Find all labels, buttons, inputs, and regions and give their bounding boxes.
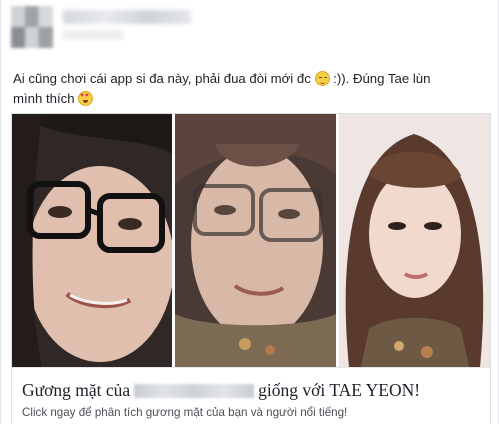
redacted-name [134,384,255,398]
author-name-blurred[interactable] [63,10,191,24]
link-title-start: Gương mặt của [22,380,131,400]
relieved-face-icon [314,71,330,86]
photo-user-face [12,114,172,367]
photo-celebrity-face [339,114,490,367]
post-meta-blurred [63,30,123,40]
facebook-post: Ai cũng chơi cái app si đa này, phải đua… [0,0,499,424]
link-preview-image[interactable] [12,114,490,367]
caption-text-1: Ai cũng chơi cái app si đa này, phải đua… [13,71,311,86]
link-preview-card[interactable]: Gương mặt của giống với TAE YEON! Click n… [11,113,491,424]
link-title-end: giống với TAE YEON! [258,380,421,400]
photo-blended-face [175,114,336,367]
caption-text-3: mình thích [13,91,75,106]
link-title[interactable]: Gương mặt của giống với TAE YEON! [22,380,484,400]
post-caption: Ai cũng chơi cái app si đa này, phải đua… [13,69,493,109]
heart-eyes-face-icon [78,91,94,106]
caption-text-2: :)). Đúng Tae lùn [333,71,431,86]
post-header-blurred [7,4,207,60]
link-preview-text[interactable]: Gương mặt của giống với TAE YEON! Click n… [12,367,490,424]
link-description: Click ngay để phân tích gương mặt của bạ… [22,406,348,419]
author-avatar-blurred[interactable] [11,6,53,48]
